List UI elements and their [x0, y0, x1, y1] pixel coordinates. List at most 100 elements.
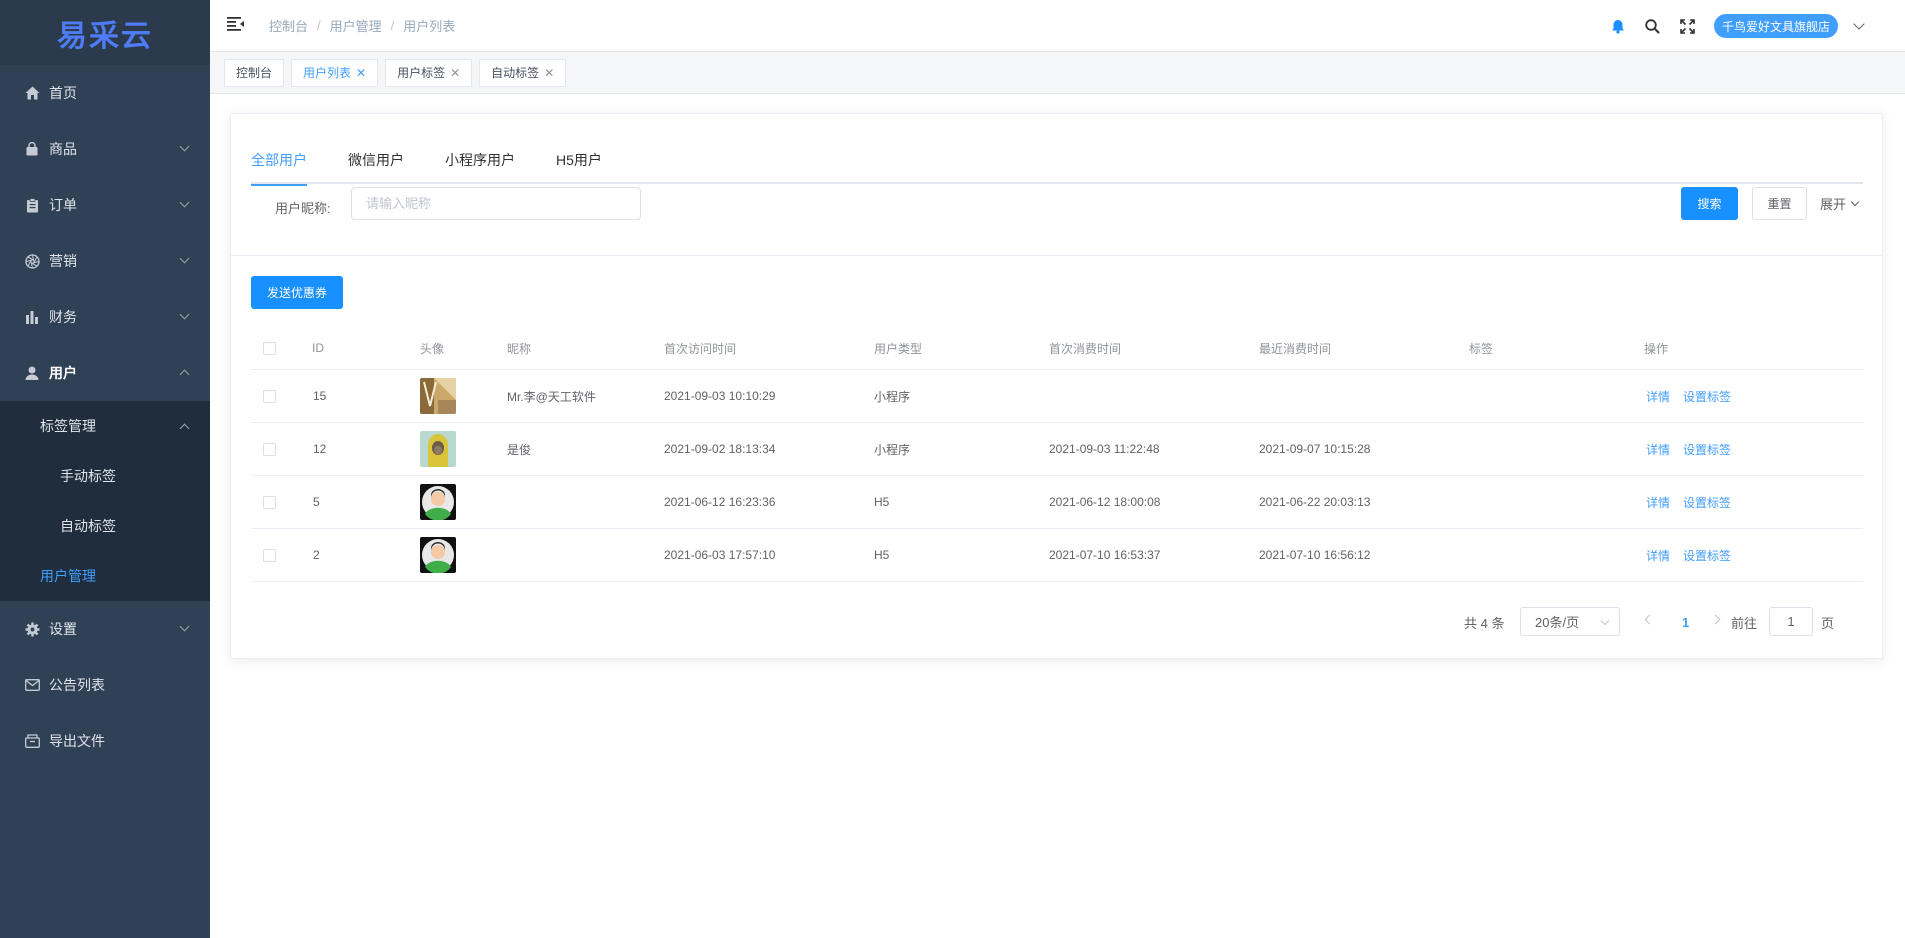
sidebar-item-finance[interactable]: 财务	[0, 289, 210, 345]
page-number-current[interactable]: 1	[1682, 607, 1689, 637]
column-header-tag: 标签	[1469, 341, 1494, 356]
close-icon[interactable]: ✕	[544, 66, 554, 80]
bell-icon[interactable]	[1609, 17, 1627, 35]
chevron-up-icon	[179, 423, 190, 434]
sidebar-item-manual-tag[interactable]: 手动标签	[0, 451, 210, 501]
cell-actions: 详情 设置标签	[1646, 370, 1731, 422]
bag-icon	[24, 141, 40, 157]
select-all-cell	[263, 327, 276, 369]
tab-h5-users[interactable]: H5用户	[556, 141, 602, 184]
box-icon	[24, 733, 40, 749]
breadcrumb-item[interactable]: 控制台	[269, 16, 308, 35]
select-all-checkbox[interactable]	[263, 341, 276, 355]
sidebar-item-tag-management[interactable]: 标签管理	[0, 401, 210, 451]
table-header-row: ID 头像 昵称 首次访问时间 用户类型 首次消费时间 最近消费时间 标签 操作	[251, 327, 1863, 370]
tab-all-users[interactable]: 全部用户	[251, 141, 307, 186]
row-checkbox[interactable]	[263, 389, 276, 403]
breadcrumb-item[interactable]: 用户管理	[330, 16, 382, 35]
sidebar-item-products[interactable]: 商品	[0, 121, 210, 177]
mail-icon	[24, 677, 40, 693]
search-icon[interactable]	[1644, 17, 1662, 35]
sidebar-item-home[interactable]: 首页	[0, 65, 210, 121]
cell-id: 2	[313, 548, 320, 562]
expand-filters-toggle[interactable]: 展开	[1820, 187, 1860, 220]
tab-miniprogram-users[interactable]: 小程序用户	[445, 141, 515, 184]
user-icon	[24, 365, 40, 381]
sidebar-item-label: 设置	[49, 621, 77, 637]
close-icon[interactable]: ✕	[356, 66, 366, 80]
sidebar-item-label: 自动标签	[60, 518, 116, 534]
send-coupon-button[interactable]: 发送优惠券	[251, 276, 343, 309]
row-checkbox[interactable]	[263, 442, 276, 456]
sidebar-item-auto-tag[interactable]: 自动标签	[0, 501, 210, 551]
avatar	[420, 378, 456, 414]
fullscreen-icon[interactable]	[1679, 17, 1697, 35]
expand-label: 展开	[1820, 197, 1847, 212]
chevron-down-icon	[179, 309, 190, 320]
sidebar-item-announcements[interactable]: 公告列表	[0, 657, 210, 713]
detail-link[interactable]: 详情	[1646, 441, 1670, 458]
cell-nickname: 是俊	[507, 442, 532, 457]
tag-user-list[interactable]: 用户列表 ✕	[291, 58, 379, 87]
sidebar-item-label: 公告列表	[49, 677, 105, 693]
set-tag-link[interactable]: 设置标签	[1683, 547, 1731, 564]
sidebar-item-user-management[interactable]: 用户管理	[0, 551, 210, 601]
goto-page-input[interactable]	[1769, 607, 1813, 636]
row-select-cell	[263, 476, 276, 528]
set-tag-link[interactable]: 设置标签	[1683, 441, 1731, 458]
sidebar-item-users[interactable]: 用户	[0, 345, 210, 401]
users-submenu: 标签管理 手动标签 自动标签 用户管理	[0, 401, 210, 601]
cell-actions: 详情 设置标签	[1646, 423, 1731, 475]
tab-wechat-users[interactable]: 微信用户	[348, 141, 404, 184]
nickname-search-input[interactable]	[351, 187, 641, 220]
cell-id: 12	[313, 442, 327, 456]
aperture-icon	[24, 253, 40, 269]
cell-avatar	[420, 476, 456, 528]
next-page-icon[interactable]	[1710, 614, 1721, 625]
cell-avatar	[420, 370, 456, 422]
reset-button[interactable]: 重置	[1752, 187, 1807, 220]
home-icon	[24, 85, 40, 101]
set-tag-link[interactable]: 设置标签	[1683, 388, 1731, 405]
chevron-down-icon[interactable]	[1853, 18, 1865, 30]
column-header-nickname: 昵称	[507, 341, 532, 356]
menu-toggle-icon[interactable]	[227, 16, 245, 35]
top-header: 控制台 / 用户管理 / 用户列表 千鸟爱好文具旗舰店	[210, 0, 1905, 52]
sidebar-item-settings[interactable]: 设置	[0, 601, 210, 657]
prev-page-icon[interactable]	[1644, 614, 1655, 625]
sidebar-item-marketing[interactable]: 营销	[0, 233, 210, 289]
cell-id: 5	[313, 495, 320, 509]
tag-dashboard[interactable]: 控制台	[224, 58, 285, 87]
logo-text: 易采云	[57, 18, 153, 54]
row-checkbox[interactable]	[263, 548, 276, 562]
column-header-user-type: 用户类型	[874, 341, 923, 356]
tag-label: 控制台	[236, 66, 273, 80]
store-switcher-button[interactable]: 千鸟爱好文具旗舰店	[1713, 14, 1838, 38]
breadcrumb-separator: /	[390, 18, 395, 33]
row-checkbox[interactable]	[263, 495, 276, 509]
page-size-select[interactable]: 20条/页	[1520, 607, 1620, 636]
tag-label: 用户列表	[303, 66, 352, 80]
search-button[interactable]: 搜索	[1681, 187, 1738, 220]
column-header-actions: 操作	[1644, 341, 1669, 356]
avatar	[420, 431, 456, 467]
chevron-down-icon	[179, 253, 190, 264]
close-icon[interactable]: ✕	[450, 66, 460, 80]
tag-auto-tags[interactable]: 自动标签 ✕	[479, 58, 567, 87]
cell-last-purchase: 2021-09-07 10:15:28	[1259, 442, 1371, 456]
cell-last-purchase: 2021-06-22 20:03:13	[1259, 495, 1371, 509]
sidebar-item-label: 营销	[49, 253, 77, 269]
table-row: 2 2021-06-03 17:57:10 H5 2021-07-10 16:5…	[251, 529, 1863, 582]
cell-first-purchase: 2021-09-03 11:22:48	[1049, 442, 1160, 456]
sidebar-item-orders[interactable]: 订单	[0, 177, 210, 233]
sidebar-item-label: 商品	[49, 141, 77, 157]
detail-link[interactable]: 详情	[1646, 547, 1670, 564]
detail-link[interactable]: 详情	[1646, 494, 1670, 511]
row-select-cell	[263, 529, 276, 581]
sidebar-item-export-files[interactable]: 导出文件	[0, 713, 210, 769]
set-tag-link[interactable]: 设置标签	[1683, 494, 1731, 511]
tag-user-tags[interactable]: 用户标签 ✕	[385, 58, 473, 87]
column-header-id: ID	[312, 341, 324, 355]
logo[interactable]: 易采云	[0, 0, 210, 65]
detail-link[interactable]: 详情	[1646, 388, 1670, 405]
